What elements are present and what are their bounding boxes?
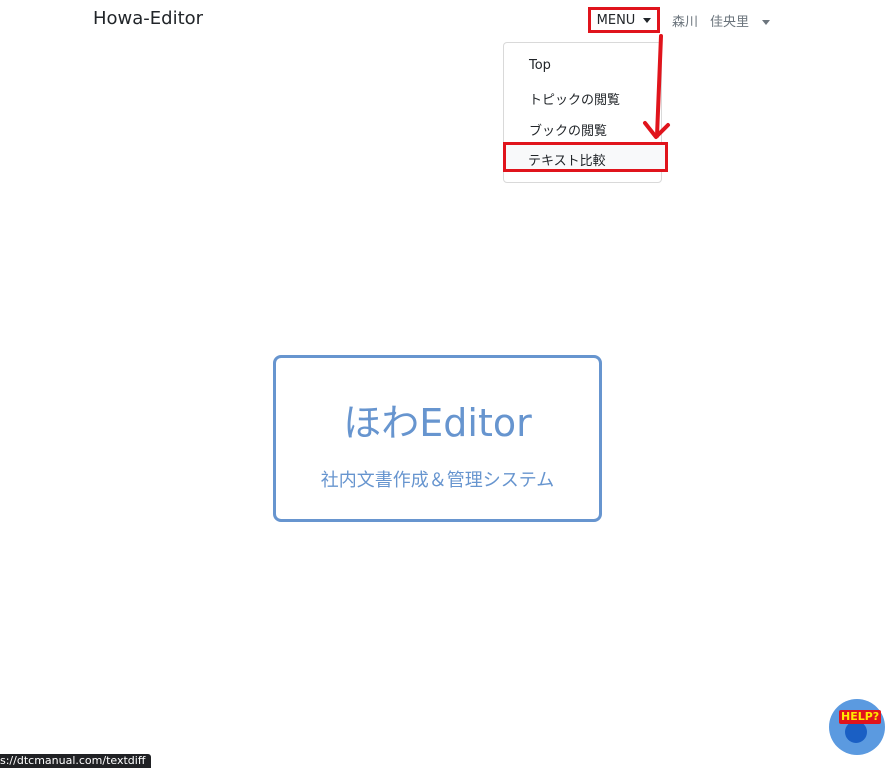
menu-item-text-compare[interactable]: テキスト比較 [528,150,606,169]
help-icon [845,721,867,743]
user-last-name: 森川 [672,15,699,30]
page: Howa-Editor MENU 森川 佳央里 Top トピックの閲覧 ブックの閲… [0,0,894,768]
status-bar-url: s://dtcmanual.com/textdiff [0,754,152,768]
menu-label: MENU [596,12,636,28]
menu-item-top[interactable]: Top [529,58,551,73]
caret-down-icon [643,17,652,23]
user-first-name: 佳央里 [710,15,750,30]
menu-item-topic-browse[interactable]: トピックの閲覧 [529,89,620,108]
hero-title: ほわEditor [343,401,532,445]
help-button[interactable]: HELP? [829,699,885,755]
hero-card: ほわEditor 社内文書作成＆管理システム [273,355,602,522]
user-dropdown-toggle[interactable]: 森川 佳央里 [672,11,771,30]
caret-down-icon [762,20,771,25]
menu-dropdown-toggle[interactable]: MENU [588,7,660,33]
brand-link[interactable]: Howa-Editor [93,8,203,29]
hero-subtitle: 社内文書作成＆管理システム [320,470,555,491]
menu-item-book-browse[interactable]: ブックの閲覧 [529,120,607,139]
help-label: HELP? [839,710,882,724]
